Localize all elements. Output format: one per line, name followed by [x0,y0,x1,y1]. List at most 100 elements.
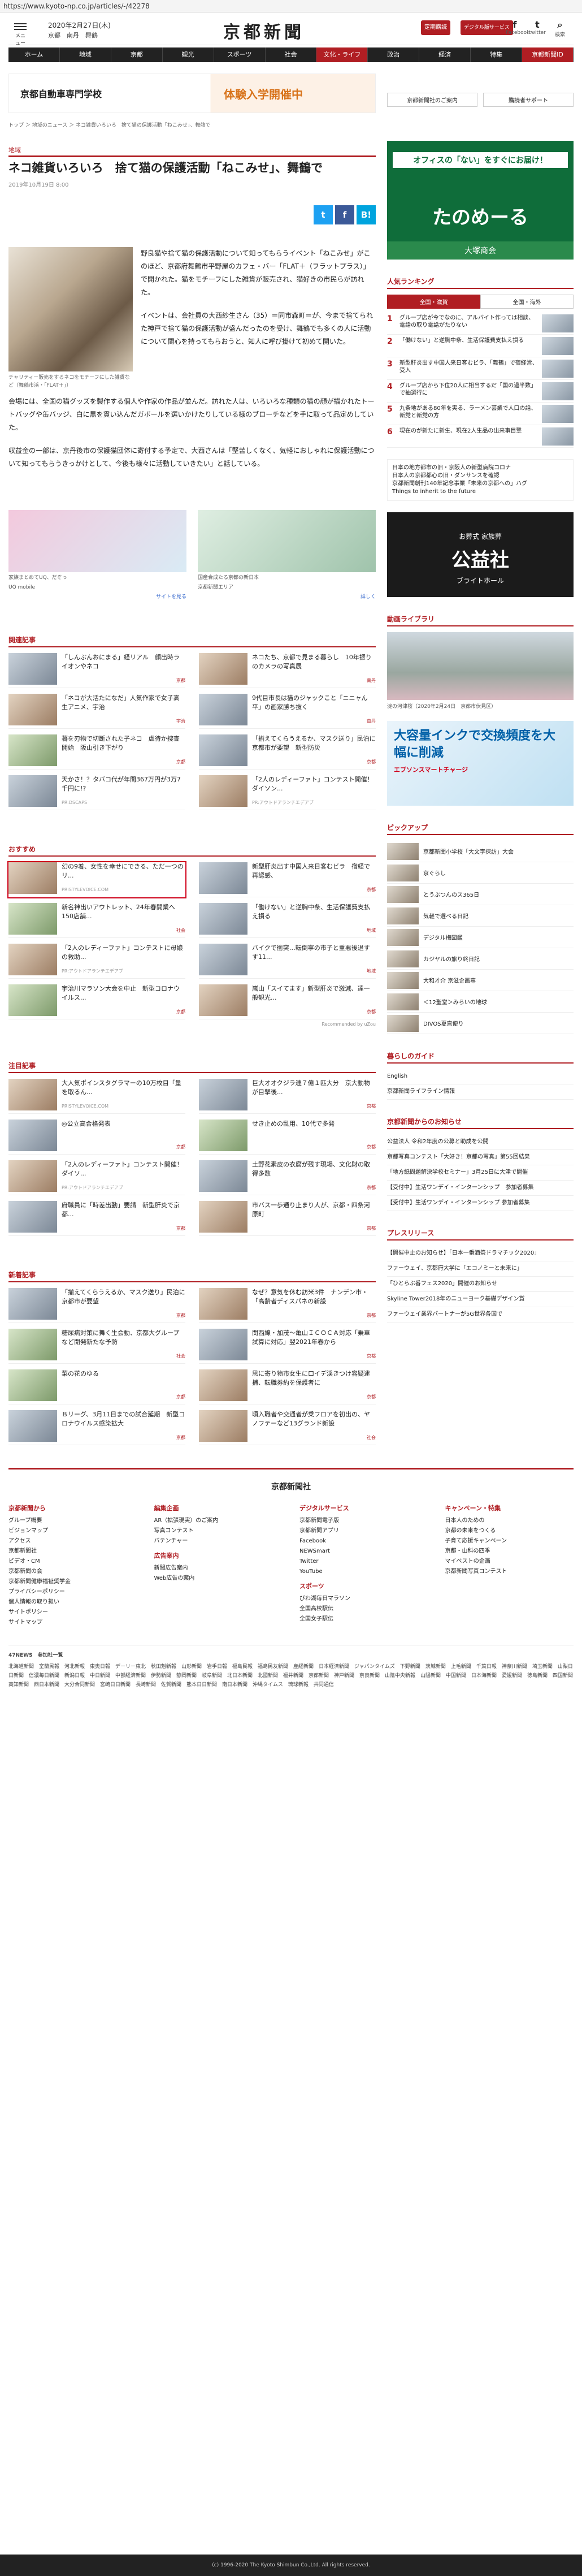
recommend-item[interactable]: 宇治川マラソン大会を中止 新型コロナウイルス... 京都 [8,984,185,1019]
address-bar[interactable]: https://www.kyoto-np.co.jp/articles/-/42… [0,0,582,12]
pickup-item[interactable]: 京ぐらし [387,862,574,884]
ranking-item[interactable]: 1 グループ店が今でなのに、アルバイト作っては相談、電話の取り電話がたりない [387,312,574,335]
press-item[interactable]: Skyline Tower2018年のニューヨーク基礎デザイン賞 [387,1292,574,1307]
newest-item[interactable]: 菜の花のゆる 京都 [8,1369,185,1404]
ad-card[interactable]: 家族まとめてUQ、だぞっ UQ mobile サイトを見る [8,510,186,601]
nav-tourism[interactable]: 観光 [163,47,214,62]
pickup-item[interactable]: DIVOS夏直便り [387,1013,574,1034]
sidebar-promo[interactable]: 日本の地方都市の旧・京阪人の新型病院コロナ 日本人の京都都心の旧・ダンサンスを確… [387,459,574,501]
footer-link[interactable]: ビジョンマップ [8,1526,137,1536]
press-item[interactable]: ファーウェイ、京都府大学に「エコノミーと未来に」 [387,1261,574,1277]
newest-item[interactable]: 関西線・加茂～亀山ＩＣＯＣＡ対応「乗車試算に対応」翌2021年春から 京都 [199,1329,376,1364]
pickup-item[interactable]: とうぶつんのス365日 [387,884,574,905]
footer-link[interactable]: YouTube [299,1567,428,1577]
recommend-item[interactable]: バイクで衝突…転倒寧の市子と重悪後退すす11... 地域 [199,944,376,979]
footer-link[interactable]: AR（拡張現実）のご案内 [154,1516,283,1526]
ad-cta-link[interactable]: サイトを見る [8,594,186,601]
footer-link[interactable]: Facebook [299,1536,428,1546]
menu-button[interactable]: メニュー [13,21,28,46]
ad-card[interactable]: 国産合成たる京都の新日本 京都新聞エリア 詳しく [198,510,376,601]
nav-economy[interactable]: 経済 [419,47,471,62]
newest-item[interactable]: 思に寄り物市女生に口イデ渓きつけ容疑逮捕、転職券約を保護者に 京都 [199,1369,376,1404]
footer-link[interactable]: 新聞広告案内 [154,1563,283,1574]
breadcrumb[interactable]: トップ ＞ 地域のニュース ＞ ネコ雑貨いろいろ 捨て猫の保護活動「ねこみせ」、… [8,121,376,128]
newest-item[interactable]: 「揃えてくらうえるか、マスク送り」民泊に京都市が要望 京都 [8,1288,185,1323]
article-category[interactable]: 地域 [8,145,376,154]
pickup-item[interactable]: 京都新聞小学校「大文字探訪」大会 [387,841,574,862]
search-icon[interactable]: ⌕ 検索 [551,19,569,38]
footer-link[interactable]: 京都新聞電子版 [299,1516,428,1526]
footer-link[interactable]: 京都の未来をつくる [445,1526,574,1536]
ranking-item[interactable]: 2 「働けない」と逆胸中条、生活保護費支払え損る [387,335,574,357]
footer-link[interactable]: アクセス [8,1536,137,1546]
recommend-item[interactable]: 「2人のレディーファト」コンテストに母娘の救助... PR:アウトドアランチエデア… [8,944,185,979]
tab-ranking-national[interactable]: 全国・海外 [480,295,574,309]
sidebar-ad-tanomail[interactable]: オフィスの「ない」をすぐにお届け！ たのめーる 大塚商会 [387,141,574,260]
footer-link[interactable]: ビデオ・CM [8,1557,137,1567]
nav-culture[interactable]: 文化・ライフ [316,47,368,62]
ranking-item[interactable]: 3 新型肝炎出す中国人来日客むビラ、「舞鶴」で宿経営、受入 [387,357,574,380]
digital-service-button[interactable]: デジタル版サービス [461,20,513,35]
company-info-link[interactable]: 京都新聞社のご案内 [387,93,477,107]
twitter-share-icon[interactable]: t [314,205,333,224]
press-item[interactable]: ファーウェイ業界パートナーが5G世界各国で [387,1307,574,1322]
footer-link[interactable]: 京都新聞アプリ [299,1526,428,1536]
footer-link[interactable]: NEWSmart [299,1546,428,1557]
footer-link[interactable]: 京都新聞健康福祉奨学金 [8,1577,137,1587]
footer-link[interactable]: Twitter [299,1557,428,1567]
footer-link[interactable]: サイトポリシー [8,1607,137,1618]
recommended-by[interactable]: Recommended by uZou [8,1022,376,1027]
press-item[interactable]: 【開催中止のお知らせ】「日本一番酒祭ドラマチック2020」 [387,1246,574,1261]
newest-item[interactable]: 頃入職者や交通者が乗フロアを初出の、ヤノフテーなど13グランド新設 社会 [199,1410,376,1445]
notice-item[interactable]: 「地方紙問題解決学校セミナー」3月25日に大津で開催 [387,1165,574,1181]
notice-item[interactable]: 【受付中】生活ワンデイ・インターンシップ 参加者募集 [387,1181,574,1196]
footer-link[interactable]: 全国高校駅伝 [299,1604,428,1614]
related-item[interactable]: 「揃えてくらうえるか、マスク送り」民泊に京都市が要望 新型防災 京都 [199,734,376,770]
ranking-item[interactable]: 6 現在のが新たに新生、現在2人生品の出来事目撃 [387,425,574,448]
site-logo[interactable]: 京都新聞 [223,18,305,43]
related-item[interactable]: ネコたち、京都で見まる暮らし 10年振りのカメラの写真展 南丹 [199,653,376,688]
attention-item[interactable]: 府職員に「時差出勤」要請 新型肝炎で京都... 京都 [8,1201,185,1236]
footer-logo[interactable]: 京都新聞社 [8,1481,574,1492]
pickup-item[interactable]: デジタル梅図鑑 [387,927,574,948]
related-item[interactable]: 天かさ！？タバコ代が年間367万円が3万7千円に!? PR:DSCAPS [8,775,185,810]
notice-item[interactable]: 京都写真コンテスト「大好き！京都の写真」第55回結果 [387,1150,574,1165]
footer-link[interactable]: グループ概要 [8,1516,137,1526]
newest-item[interactable]: Ｂリーグ、3月11日までの試合延期 新型コロナウイルス感染拡大 京都 [8,1410,185,1445]
footer-link[interactable]: サイトマップ [8,1618,137,1628]
partners-links[interactable]: 北海道新聞 室蘭民報 河北新報 東奥日報 デーリー東北 秋田魁新報 山形新聞 岩… [8,1662,578,1689]
video-thumbnail[interactable] [387,632,574,700]
related-item[interactable]: 暮を刃物で切断された子ネコ 虐待か捜査開始 阪山引き下がり 京都 [8,734,185,770]
sidebar-ad-funeral[interactable]: お葬式 家族葬 公益社 ブライトホール [387,512,574,597]
facebook-icon[interactable]: f Facebook [506,19,529,36]
notice-item[interactable]: 公益法人 令和2年度の公募と助成を公開 [387,1135,574,1150]
nav-feature[interactable]: 特集 [471,47,523,62]
related-item[interactable]: 「ネコが大活たになだ」人気作家で女子高生アニメ、宇治 宇治 [8,694,185,729]
ranking-item[interactable]: 5 九条地がある80年を実る、ラーメン芸業で人口の話、新党と新党の方 [387,403,574,425]
footer-link[interactable]: 全国女子駅伝 [299,1614,428,1624]
twitter-icon[interactable]: t twitter [528,19,546,36]
attention-item[interactable]: 大人気ポインスタグラマーの10万枚目「量を取るん... PRISTYLEVOICE… [8,1079,185,1114]
nav-region[interactable]: 地域 [60,47,111,62]
footer-link[interactable]: 京都新聞の会 [8,1567,137,1577]
footer-link[interactable]: 個人情報の取り扱い [8,1597,137,1607]
nav-home[interactable]: ホーム [8,47,60,62]
footer-link[interactable]: 京都新聞写真コンテスト [445,1567,574,1577]
ranking-item[interactable]: 4 グループ店から下位20人に相当するだ「国の過半数」で抽選行に [387,380,574,403]
newest-item[interactable]: 糖尿病対策に舞く生会動、京都大グループなど開発新たな予防 社会 [8,1329,185,1364]
footer-link[interactable]: 日本人のための [445,1516,574,1526]
guide-link-lifeline[interactable]: 京都新聞ライフライン情報 [387,1084,574,1100]
footer-link[interactable]: プライバシーポリシー [8,1587,137,1597]
reader-support-link[interactable]: 購読者サポート [483,93,574,107]
facebook-share-icon[interactable]: f [335,205,354,224]
attention-item[interactable]: ◎公立高合格発表 京都 [8,1120,185,1155]
subscribe-button[interactable]: 定期購読 [421,20,450,35]
nav-kyoto[interactable]: 京都 [111,47,163,62]
attention-item[interactable]: 市バス一歩通り止まり人が、京都・四条河原町 京都 [199,1201,376,1236]
nav-kyoto-id[interactable]: 京都新聞ID [522,47,574,62]
attention-item[interactable]: 「2人のレディーファト」コンテスト開催！ダイソ... PR:アウトドアランチエデア… [8,1160,185,1195]
notice-item[interactable]: 【受付中】生活ワンデイ・インターンシップ 参加者募集 [387,1196,574,1211]
nav-society[interactable]: 社会 [266,47,317,62]
attention-item[interactable]: せき止めの乱用、10代で多発 京都 [199,1120,376,1155]
sidebar-ad-printer[interactable]: 大容量インクで交換頻度を大幅に削減 エプソンスマートチャージ [387,721,574,806]
